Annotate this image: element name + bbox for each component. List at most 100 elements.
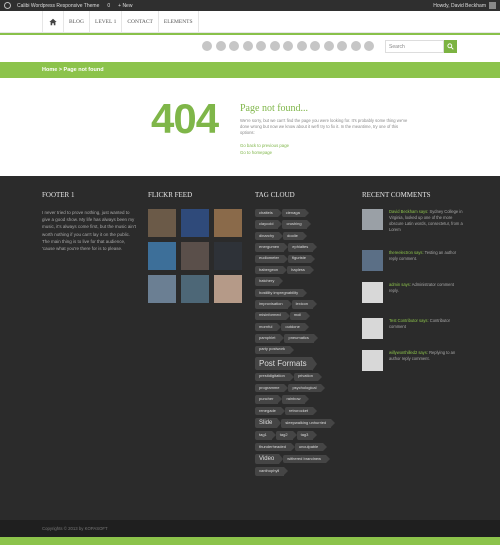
flickr-photo[interactable] [181,209,209,237]
tag-link[interactable]: dinarchy [255,231,284,241]
tag-link[interactable]: figuriste [288,254,316,263]
comment-avatar[interactable] [362,209,383,230]
tag-link[interactable]: tag1 [255,431,276,440]
tag-link[interactable]: pamphlet [255,334,286,343]
tag-link[interactable]: psychological [288,384,326,393]
comment-avatar[interactable] [362,318,383,339]
flickr-photo[interactable] [214,242,242,270]
comment-says: says: [417,209,430,214]
admin-site-name[interactable]: Calibi Wordpress Responsive Theme [17,3,99,9]
search-button[interactable] [444,40,457,53]
dribbble-icon[interactable] [269,41,280,51]
comment-says: says: [417,318,430,323]
flickr-icon[interactable] [283,41,293,51]
nav-item-elements[interactable]: ELEMENTS [159,11,199,33]
google-plus-icon[interactable] [256,41,266,51]
nav-item-blog[interactable]: BLOG [64,11,90,33]
tumblr-icon[interactable] [350,41,361,51]
back-link[interactable]: Go back to previous page [240,143,289,148]
home-button[interactable] [42,11,64,33]
nav-item-level1[interactable]: LEVEL 1 [90,11,123,33]
tag-link[interactable]: hatchery [255,277,284,286]
linkedin-icon[interactable] [310,41,320,51]
twitter-icon[interactable] [229,41,239,51]
comment-author[interactable]: admin [389,282,400,287]
tag-link[interactable]: moil [289,311,311,320]
tag-link[interactable]: xanthophyll [255,467,289,476]
vimeo-icon[interactable] [296,41,307,51]
comment-avatar[interactable] [362,282,383,303]
tag-link[interactable]: hostility impregnability [255,288,308,298]
rss-icon[interactable] [202,41,212,51]
flickr-photo[interactable] [214,209,242,237]
tag-link[interactable]: tag2 [275,431,297,440]
tag-link[interactable]: Video [255,454,284,465]
tag-link[interactable]: withered brandnew [283,455,330,464]
tag-link[interactable]: claycold [255,220,283,229]
tag-link[interactable]: energumen [255,243,289,252]
tag-link[interactable]: habergeon [255,265,288,275]
comment-avatar[interactable] [362,250,383,271]
tag-link[interactable]: cienaga [281,209,309,218]
nav-item-contact[interactable]: CONTACT [122,11,159,33]
tag-link[interactable]: programme [255,384,289,393]
tag-row: hostility impregnability [255,288,351,298]
tag-link[interactable]: unculpable [294,442,328,452]
tag-link[interactable]: privation [293,372,323,382]
flickr-photo[interactable] [148,242,176,270]
tag-link[interactable]: sleepwalking unhurried [281,419,336,428]
tag-link[interactable]: Slide [255,418,282,429]
comment-author[interactable]: David Beckham [389,209,418,214]
recent-comments-title: RECENT COMMENTS [362,191,431,199]
pinterest-icon[interactable] [242,41,253,51]
flickr-photo[interactable] [148,275,176,303]
flickr-photo[interactable] [181,275,209,303]
tag-link[interactable]: Post Formats [255,357,317,371]
comment-author[interactable]: willywonthilled2 [389,350,417,355]
comment-author[interactable]: Test Contributor [389,318,418,323]
tag-link[interactable]: crushing [282,220,311,229]
youtube-icon[interactable] [337,41,347,51]
admin-new-button[interactable]: + New [118,3,132,9]
admin-howdy[interactable]: Howdy, David Beckham [433,3,486,9]
tag-link[interactable]: hapless [287,265,314,275]
tag-link[interactable]: doolie [283,231,307,241]
tag-link[interactable]: chattels [255,209,282,218]
facebook-icon[interactable] [215,41,226,51]
admin-comments-count[interactable]: 0 [107,3,110,9]
tag-link[interactable]: outdone [281,322,310,332]
home-link[interactable]: Go to homepage [240,150,272,155]
search-input[interactable]: Search [385,40,444,53]
tag-link[interactable]: tag3 [296,431,318,440]
tag-link[interactable]: misinformed [255,311,290,320]
comment-says: says: [417,350,430,355]
tag-link[interactable]: improvisation [255,300,292,309]
flickr-photo[interactable] [214,275,242,303]
tag-link[interactable]: thunderheaded [255,442,295,452]
tag-link[interactable]: party postwork [255,345,295,355]
admin-avatar[interactable] [489,2,496,9]
comment-author[interactable]: thereelectron [389,250,413,255]
tag-link[interactable]: lexicon [291,300,318,309]
tag-link[interactable]: mornful [255,322,282,332]
tag-row: Video withered brandnew [255,454,351,465]
tag-link[interactable]: renegade [255,406,285,416]
search-icon [447,43,454,50]
tag-link[interactable]: rainbow [282,395,310,404]
tag-link[interactable]: prestidigitation [255,372,294,382]
wordpress-logo-icon[interactable] [4,2,11,9]
flickr-photo[interactable] [148,209,176,237]
tag-link[interactable]: retrorocket [284,406,318,416]
flickr-photo[interactable] [181,242,209,270]
tag-link[interactable]: ephialtes [288,243,318,252]
foursquare-icon[interactable] [364,41,374,51]
comment-text: David Beckham says: Sydney College in Vi… [389,209,463,233]
tag-link[interactable]: puncher [255,395,284,404]
tag-link[interactable]: eudiometer [255,254,289,263]
tag-row: pamphlet pneumatics [255,334,351,343]
tag-link[interactable]: pneumatics [284,334,319,343]
skype-icon[interactable] [323,41,334,51]
comment-avatar[interactable] [362,350,383,371]
tag-row: renegade retrorocket [255,406,351,416]
tag-row: Post Formats [255,357,351,371]
